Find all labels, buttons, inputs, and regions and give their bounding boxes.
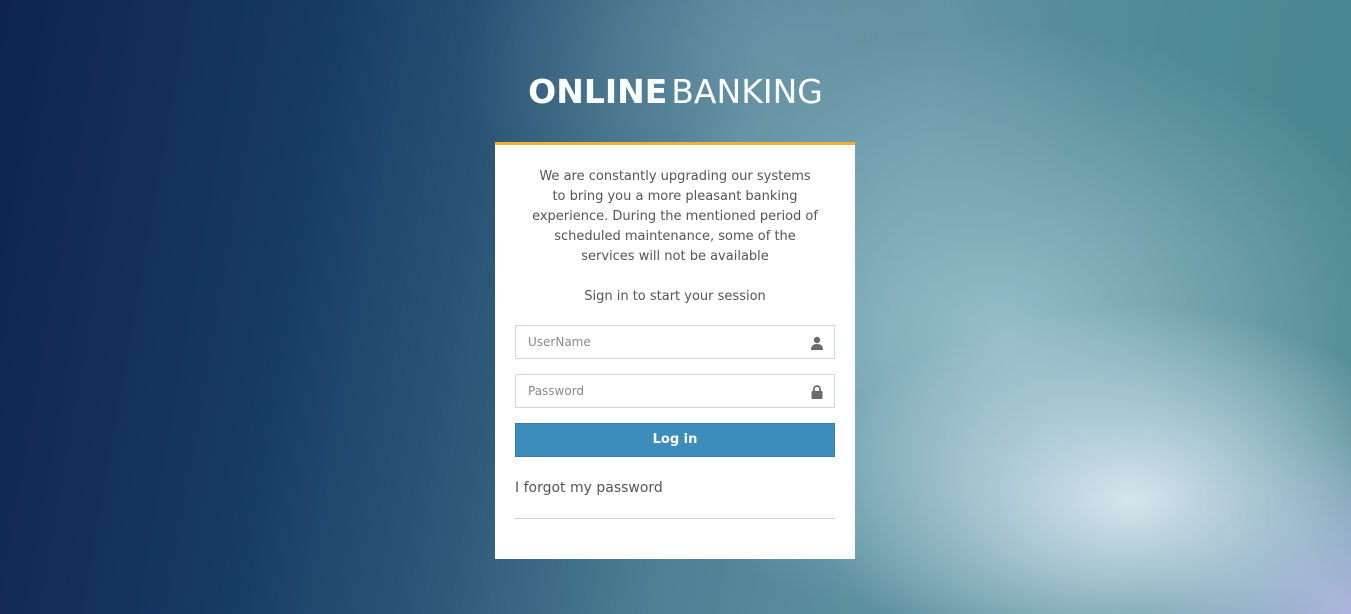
forgot-password-link[interactable]: I forgot my password	[515, 480, 663, 496]
maintenance-notice: We are constantly upgrading our systems …	[532, 169, 818, 264]
password-input[interactable]	[516, 375, 798, 407]
username-field	[515, 325, 835, 359]
username-input[interactable]	[516, 326, 798, 358]
user-icon	[810, 335, 824, 350]
title-light-text: BANKING	[671, 72, 823, 111]
password-field	[515, 374, 835, 408]
divider	[515, 518, 835, 519]
signin-message: Sign in to start your session	[584, 289, 766, 304]
title-bold-text: ONLINE	[528, 72, 668, 111]
login-box: We are constantly upgrading our systems …	[495, 142, 855, 559]
page-title: ONLINE BANKING	[0, 72, 1351, 111]
login-button[interactable]: Log in	[515, 423, 835, 457]
lock-icon	[810, 384, 824, 399]
